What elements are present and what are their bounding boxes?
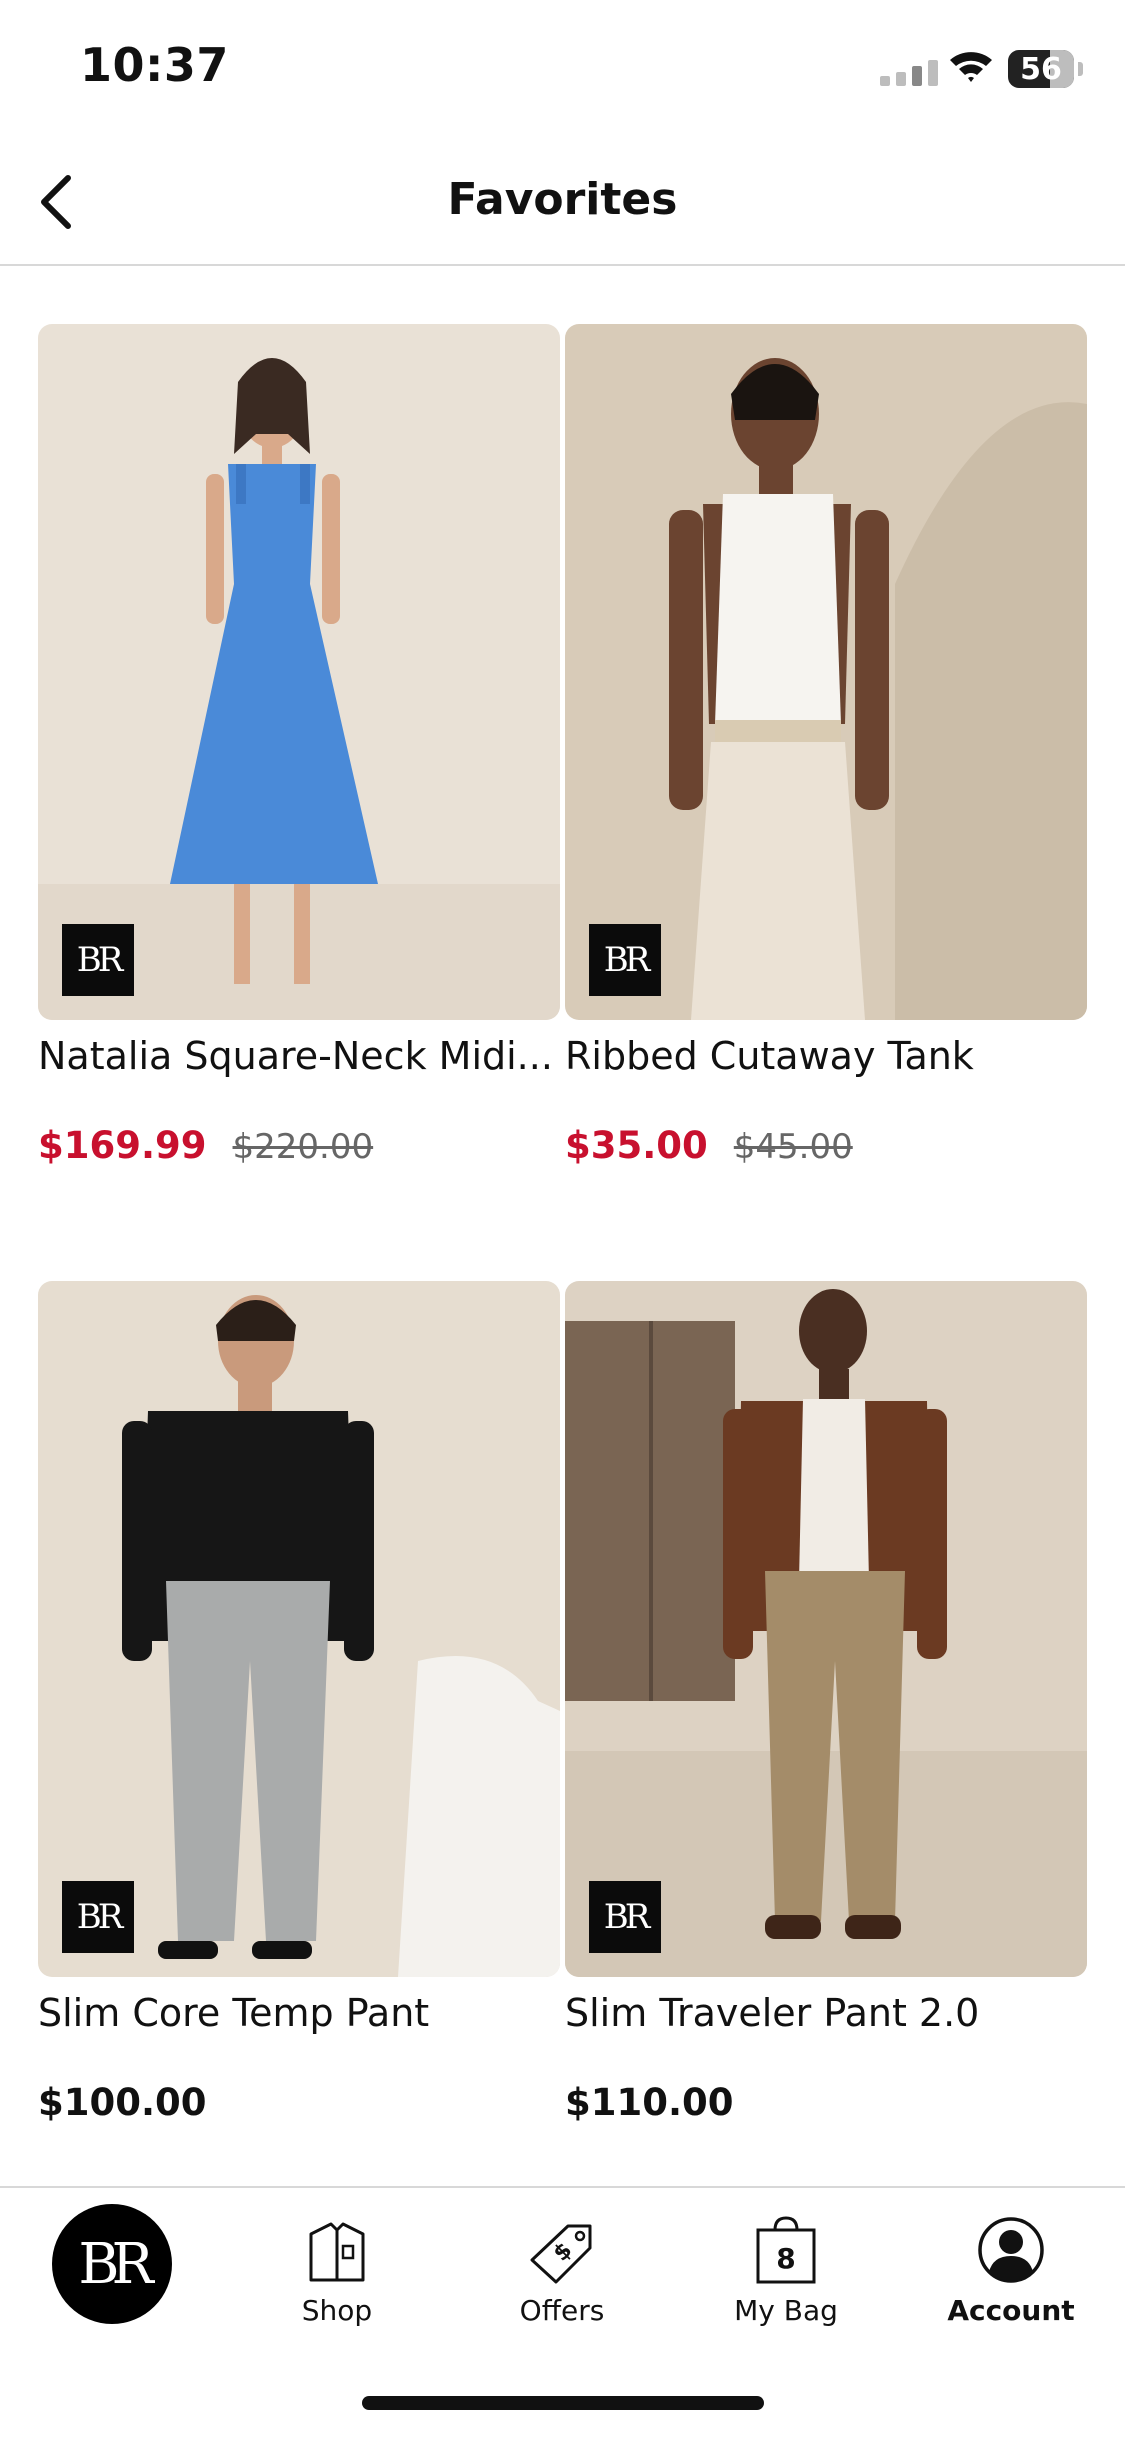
product-card[interactable]: BR Slim Traveler Pant 2.0 $110.00 [565, 1281, 1087, 2124]
brand-logo-badge: BR [589, 1881, 661, 1953]
product-image[interactable]: BR [565, 1281, 1087, 1977]
original-price: $45.00 [733, 1127, 853, 1167]
sale-price: $35.00 [565, 1124, 708, 1167]
tab-label: My Bag [734, 2294, 838, 2327]
tab-offers[interactable]: $ Offers [477, 2212, 647, 2327]
product-image[interactable]: BR [565, 324, 1087, 1020]
brand-logo-badge: BR [62, 924, 134, 996]
status-time: 10:37 [80, 38, 229, 92]
original-price: $220.00 [232, 1127, 374, 1167]
price-row: $100.00 [38, 2081, 560, 2124]
status-bar: 10:37 56 [0, 0, 1125, 140]
brand-logo-badge: BR [589, 924, 661, 996]
wifi-icon [950, 52, 992, 82]
product-name[interactable]: Natalia Square-Neck Midi... [38, 1034, 560, 1078]
home-logo-button[interactable]: BR [52, 2204, 172, 2324]
tab-label: Shop [301, 2294, 373, 2327]
battery-icon: 56 [1008, 50, 1074, 88]
shirt-icon [309, 2222, 365, 2282]
product-image[interactable]: BR [38, 1281, 560, 1977]
price: $100.00 [38, 2081, 207, 2124]
product-name[interactable]: Slim Core Temp Pant [38, 1991, 560, 2035]
product-card[interactable]: BR Ribbed Cutaway Tank $35.00 $45.00 [565, 324, 1087, 1167]
sale-price: $169.99 [38, 1124, 207, 1167]
tab-label: Account [947, 2294, 1075, 2327]
battery-level: 56 [1020, 51, 1062, 87]
product-card[interactable]: BR Natalia Square-Neck Midi... $169.99 $… [38, 324, 560, 1167]
bag-count-badge: 8 [776, 2242, 796, 2275]
cellular-signal-icon [880, 60, 938, 86]
tab-label: Offers [519, 2294, 605, 2327]
product-card[interactable]: BR Slim Core Temp Pant $100.00 [38, 1281, 560, 2124]
price-row: $169.99 $220.00 [38, 1124, 560, 1167]
tab-account[interactable]: Account [926, 2212, 1096, 2327]
tab-shop[interactable]: Shop [252, 2212, 422, 2327]
nav-header: Favorites [0, 140, 1125, 266]
price-row: $35.00 $45.00 [565, 1124, 1087, 1167]
svg-text:$: $ [549, 2238, 578, 2267]
product-name[interactable]: Ribbed Cutaway Tank [565, 1034, 1087, 1078]
home-indicator [362, 2396, 764, 2410]
price: $110.00 [565, 2081, 734, 2124]
price-tag-icon: $ [530, 2224, 592, 2284]
account-icon [978, 2217, 1044, 2283]
page-title: Favorites [447, 174, 678, 225]
product-name[interactable]: Slim Traveler Pant 2.0 [565, 1991, 1087, 2035]
tab-my-bag[interactable]: 8 My Bag [701, 2212, 871, 2327]
product-image[interactable]: BR [38, 324, 560, 1020]
price-row: $110.00 [565, 2081, 1087, 2124]
brand-logo-badge: BR [62, 1881, 134, 1953]
